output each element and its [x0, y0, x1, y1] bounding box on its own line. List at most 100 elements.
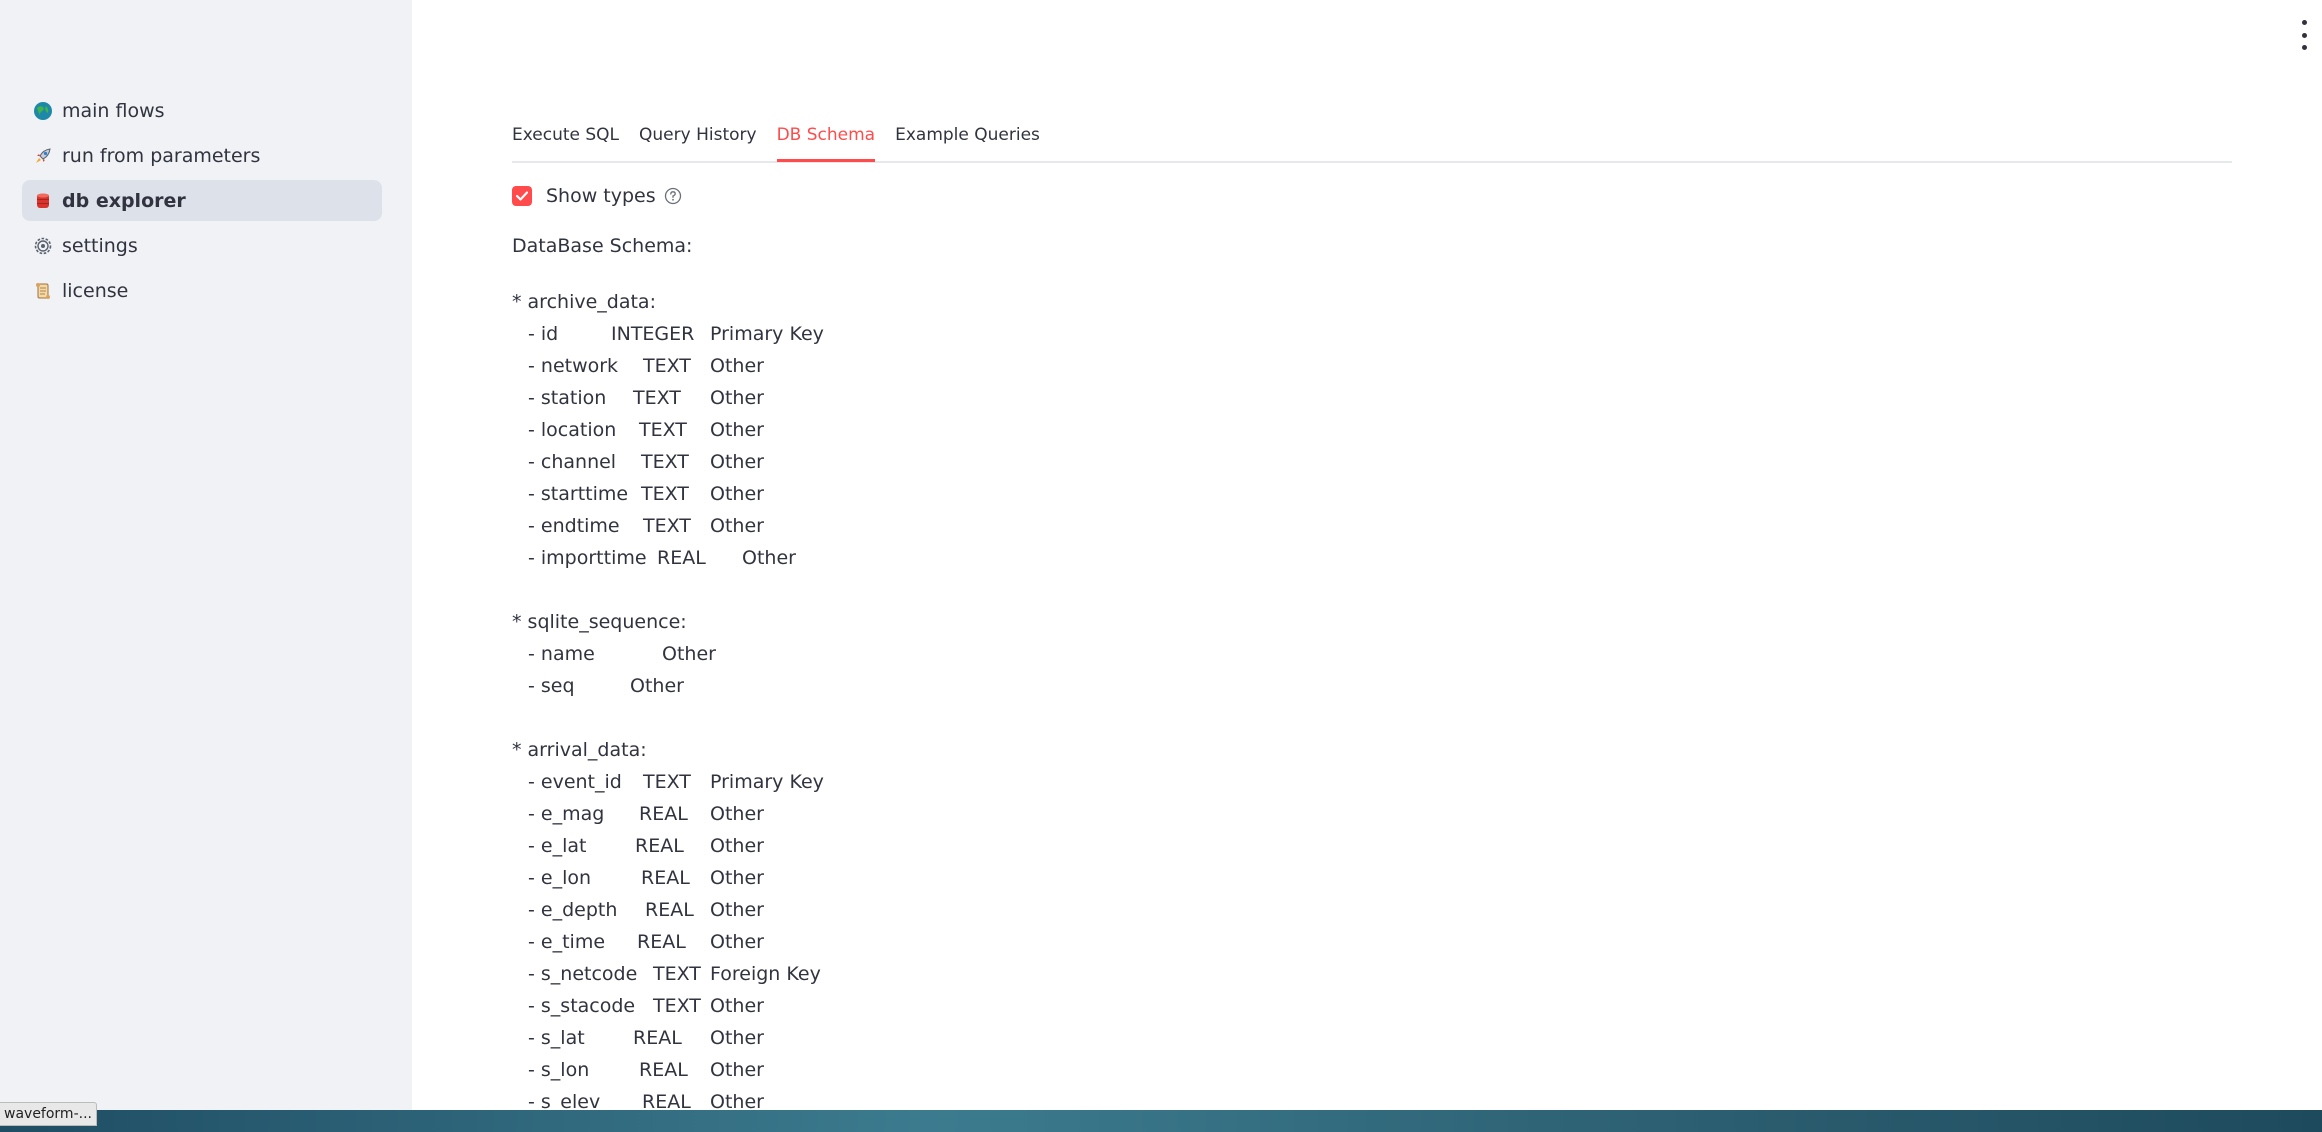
menu-dot-icon: [2301, 20, 2307, 25]
column-row: - s_lon REAL Other: [512, 1054, 1412, 1086]
column-kind: Primary Key: [710, 771, 824, 793]
column-row: - id INTEGER Primary Key: [512, 318, 1412, 350]
column-row: - network TEXT Other: [512, 350, 1412, 382]
schema-listing: * archive_data: - id INTEGER Primary Key…: [512, 286, 1412, 1132]
database-icon: [32, 190, 54, 212]
column-kind: Other: [662, 643, 716, 665]
column-kind: Other: [710, 1059, 764, 1081]
tab-bar: Execute SQL Query History DB Schema Exam…: [512, 116, 2232, 163]
column-row: - e_lon REAL Other: [512, 862, 1412, 894]
menu-dot-icon: [2301, 45, 2307, 50]
table-name: * archive_data:: [512, 291, 656, 313]
column-type: TEXT: [641, 483, 689, 505]
globe-icon: [32, 100, 54, 122]
column-name: - event_id: [528, 771, 622, 793]
column-name: - e_lon: [528, 867, 592, 889]
table-name: * arrival_data:: [512, 739, 647, 761]
column-kind: Other: [710, 1027, 764, 1049]
tab-query-history[interactable]: Query History: [639, 116, 757, 160]
schema-table-arrival-data: * arrival_data: - event_id TEXT Primary …: [512, 734, 1412, 1118]
column-row: - s_netcode TEXT Foreign Key: [512, 958, 1412, 990]
column-name: - s_stacode: [528, 995, 636, 1017]
tab-db-schema[interactable]: DB Schema: [776, 116, 875, 162]
column-row: - s_lat REAL Other: [512, 1022, 1412, 1054]
sidebar-nav: main flows run from parameters db explor…: [22, 90, 382, 315]
column-type: TEXT: [633, 387, 681, 409]
column-type: TEXT: [639, 419, 687, 441]
column-kind: Other: [710, 803, 764, 825]
column-row: - starttime TEXT Other: [512, 478, 1412, 510]
column-name: - e_time: [528, 931, 606, 953]
column-kind: Other: [710, 899, 764, 921]
column-name: - e_depth: [528, 899, 618, 921]
column-kind: Other: [710, 355, 764, 377]
column-type: REAL: [645, 899, 694, 921]
show-types-toggle[interactable]: Show types: [512, 185, 682, 207]
column-kind: Other: [710, 419, 764, 441]
column-kind: Other: [630, 675, 684, 697]
column-row: - e_depth REAL Other: [512, 894, 1412, 926]
column-name: - name: [528, 643, 595, 665]
column-name: - location: [528, 419, 617, 441]
schema-table-sqlite-sequence: * sqlite_sequence: - name Other - seq Ot…: [512, 606, 1412, 702]
column-row: - e_lat REAL Other: [512, 830, 1412, 862]
column-name: - channel: [528, 451, 617, 473]
sidebar-item-label: db explorer: [62, 189, 186, 212]
schema-table-archive-data: * archive_data: - id INTEGER Primary Key…: [512, 286, 1412, 574]
tab-execute-sql[interactable]: Execute SQL: [512, 116, 619, 160]
column-name: - id: [528, 323, 559, 345]
column-name: - e_mag: [528, 803, 605, 825]
taskbar: [0, 1110, 2322, 1132]
schema-title: DataBase Schema:: [512, 235, 693, 257]
column-name: - endtime: [528, 515, 620, 537]
sidebar-item-settings[interactable]: settings: [22, 225, 382, 266]
sidebar-item-main-flows[interactable]: main flows: [22, 90, 382, 131]
help-icon[interactable]: [664, 187, 682, 205]
column-kind: Other: [710, 931, 764, 953]
column-type: REAL: [637, 931, 686, 953]
sidebar-item-label: main flows: [62, 99, 165, 122]
column-row: - e_mag REAL Other: [512, 798, 1412, 830]
column-type: TEXT: [653, 995, 701, 1017]
column-kind: Other: [710, 835, 764, 857]
column-kind: Primary Key: [710, 323, 824, 345]
column-type: TEXT: [653, 963, 701, 985]
column-name: - e_lat: [528, 835, 587, 857]
column-name: - seq: [528, 675, 575, 697]
column-kind: Other: [742, 547, 796, 569]
column-type: TEXT: [641, 451, 689, 473]
show-types-label: Show types: [546, 185, 656, 207]
column-name: - station: [528, 387, 607, 409]
column-row: - importtime REAL Other: [512, 542, 1412, 574]
column-type: [617, 638, 662, 670]
menu-dot-icon: [2301, 32, 2307, 38]
column-row: - name Other: [512, 638, 1412, 670]
sidebar-item-label: settings: [62, 234, 138, 257]
column-row: - endtime TEXT Other: [512, 510, 1412, 542]
column-kind: Other: [710, 867, 764, 889]
column-row: - station TEXT Other: [512, 382, 1412, 414]
column-name: - s_lon: [528, 1059, 590, 1081]
column-kind: Other: [710, 483, 764, 505]
column-kind: Other: [710, 515, 764, 537]
status-link-text: waveform-...: [0, 1102, 97, 1126]
show-types-checkbox[interactable]: [512, 186, 532, 206]
column-type: [600, 670, 630, 702]
sidebar-item-license[interactable]: license: [22, 270, 382, 311]
column-row: - seq Other: [512, 670, 1412, 702]
column-type: REAL: [635, 835, 684, 857]
sidebar-item-run-from-parameters[interactable]: run from parameters: [22, 135, 382, 176]
column-row: - event_id TEXT Primary Key: [512, 766, 1412, 798]
column-row: - e_time REAL Other: [512, 926, 1412, 958]
column-name: - starttime: [528, 483, 629, 505]
column-type: REAL: [641, 867, 690, 889]
main-menu-button[interactable]: [2296, 20, 2312, 50]
tab-example-queries[interactable]: Example Queries: [895, 116, 1040, 160]
rocket-icon: [32, 145, 54, 167]
scroll-icon: [32, 280, 54, 302]
sidebar-item-db-explorer[interactable]: db explorer: [22, 180, 382, 221]
column-type: REAL: [639, 803, 688, 825]
sidebar-item-label: run from parameters: [62, 144, 261, 167]
column-type: INTEGER: [611, 323, 695, 345]
column-type: REAL: [657, 547, 706, 569]
